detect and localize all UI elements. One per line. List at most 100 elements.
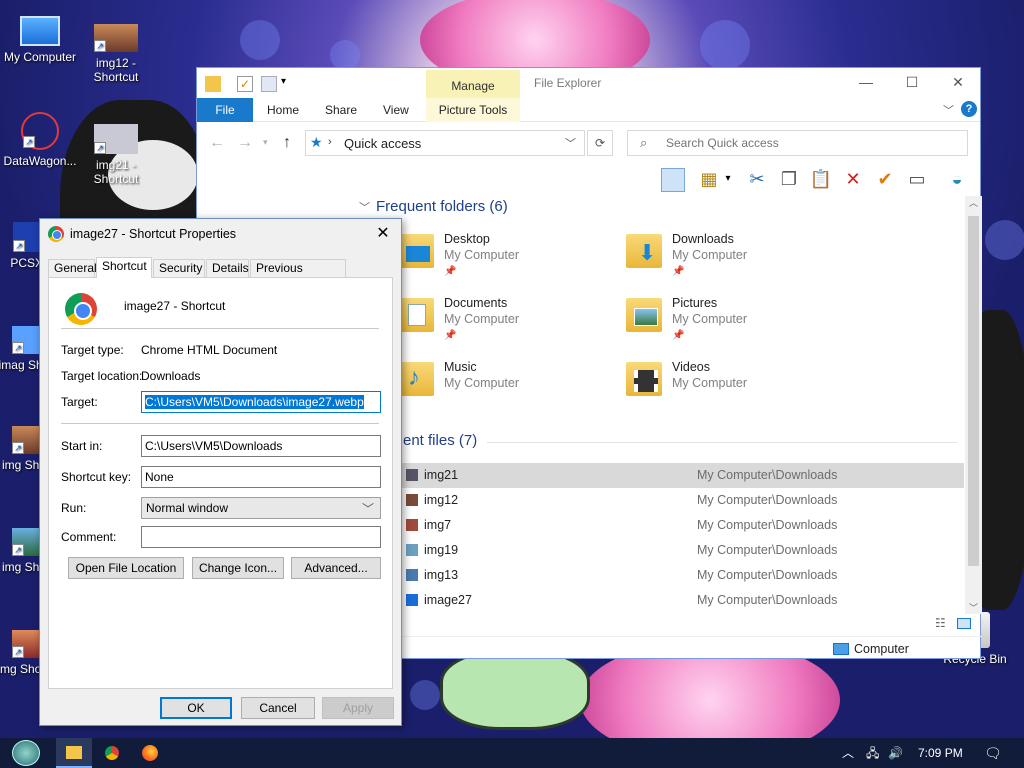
clock[interactable]: 7:09 PM — [918, 738, 963, 768]
file-name: image27 — [424, 593, 472, 607]
folder-tile-videos[interactable]: Videos My Computer — [626, 358, 836, 414]
folder-tile-downloads[interactable]: ⬇ Downloads My Computer 📌 — [626, 230, 836, 286]
back-arrow-icon[interactable]: ← — [209, 134, 225, 152]
tab-share[interactable]: Share — [325, 98, 357, 122]
cancel-button[interactable]: Cancel — [241, 697, 315, 719]
tab-security[interactable]: Security — [153, 259, 205, 277]
target-type-value: Chrome HTML Document — [141, 343, 278, 357]
vertical-scrollbar[interactable]: ︿ ﹀ — [965, 196, 982, 614]
copy-icon[interactable]: ❐ — [777, 168, 801, 192]
qat-dropdown-icon[interactable]: ▾ — [281, 76, 297, 92]
large-icons-view-icon[interactable] — [957, 618, 971, 629]
shortcut-arrow-icon: ↗ — [94, 142, 106, 154]
delete-icon[interactable]: ✕ — [841, 168, 865, 192]
refresh-button[interactable]: ⟳ — [587, 130, 613, 156]
notifications-icon[interactable]: 🗨 — [984, 738, 1002, 768]
address-bar[interactable]: ★ › Quick access ﹀ — [305, 130, 585, 156]
run-select[interactable]: Normal window ﹀ — [141, 497, 381, 519]
shortcut-arrow-icon: ↗ — [12, 544, 24, 556]
layout-icon[interactable]: ▦ — [697, 168, 721, 192]
recent-file-row[interactable]: img12 My Computer\Downloads — [402, 488, 964, 513]
network-icon[interactable]: 🖧 — [866, 738, 879, 768]
recent-file-row[interactable]: image27 My Computer\Downloads — [402, 588, 964, 613]
desktop-icon-img21-shortcut[interactable]: ↗ img21 - Shortcut — [76, 124, 156, 186]
folder-tile-music[interactable]: ♪ Music My Computer — [398, 358, 608, 414]
shell-icon[interactable]: ◒ — [945, 168, 969, 192]
tab-view[interactable]: View — [383, 98, 409, 122]
folder-tile-pictures[interactable]: Pictures My Computer 📌 — [626, 294, 836, 350]
desktop-icon-datawagon[interactable]: ↗ DataWagon... — [0, 112, 80, 168]
new-folder-icon[interactable] — [261, 76, 277, 92]
start-button[interactable] — [8, 738, 44, 768]
folder-name: Documents — [444, 296, 508, 310]
scroll-up-icon[interactable]: ︿ — [969, 196, 978, 209]
preview-pane-icon[interactable] — [661, 168, 685, 192]
scroll-thumb[interactable] — [968, 216, 979, 566]
recent-file-row[interactable]: img7 My Computer\Downloads — [402, 513, 964, 538]
chevron-down-icon[interactable]: ﹀ — [359, 202, 370, 214]
shortcut-key-field[interactable]: None — [141, 466, 381, 488]
image-icon: ↗ — [94, 124, 138, 154]
search-box[interactable]: ⌕ — [627, 130, 968, 156]
dropdown-icon[interactable]: ▾ — [721, 168, 735, 192]
search-input[interactable] — [666, 136, 956, 150]
folder-tile-documents[interactable]: Documents My Computer 📌 — [398, 294, 608, 350]
start-in-field[interactable]: C:\Users\VM5\Downloads — [141, 435, 381, 457]
help-icon[interactable]: ? — [961, 101, 977, 117]
tab-file[interactable]: File — [197, 98, 253, 122]
comment-field[interactable] — [141, 526, 381, 548]
recent-file-row[interactable]: img19 My Computer\Downloads — [402, 538, 964, 563]
folder-tile-desktop[interactable]: Desktop My Computer 📌 — [398, 230, 608, 286]
ok-button[interactable]: OK — [160, 697, 232, 719]
explorer-titlebar[interactable]: ✓ ▾ Manage File Explorer — ☐ ✕ — [197, 68, 980, 98]
tab-details[interactable]: Details — [206, 259, 249, 277]
apply-button[interactable]: Apply — [322, 697, 394, 719]
details-view-icon[interactable]: ☷ — [935, 616, 946, 630]
maximize-button[interactable]: ☐ — [889, 68, 935, 98]
close-button[interactable]: ✕ — [371, 223, 395, 247]
recent-files-header[interactable]: ent files (7) — [403, 432, 477, 449]
forward-arrow-icon[interactable]: → — [237, 134, 253, 152]
paste-icon[interactable]: 📋 — [809, 168, 833, 192]
videos-folder-icon — [626, 362, 662, 396]
manage-tab[interactable]: Manage — [426, 70, 520, 98]
recent-file-row[interactable]: img21 My Computer\Downloads — [402, 463, 964, 488]
recent-file-row[interactable]: img13 My Computer\Downloads — [402, 563, 964, 588]
desktop-icon-my-computer[interactable]: My Computer — [0, 12, 80, 64]
tab-general[interactable]: General — [48, 259, 97, 277]
volume-icon[interactable]: 🔊 — [888, 738, 903, 768]
documents-folder-icon — [398, 298, 434, 332]
chevron-down-icon[interactable]: ﹀ — [565, 135, 576, 151]
expand-ribbon-icon[interactable]: ﹀ — [943, 102, 954, 118]
taskbar-file-explorer[interactable] — [56, 738, 92, 768]
shortcut-tab-panel: image27 - Shortcut Target type: Chrome H… — [48, 277, 393, 689]
tab-previous-versions[interactable]: Previous Versions — [250, 259, 346, 291]
rename-icon[interactable]: ▭ — [905, 168, 929, 192]
image-icon: ↗ — [12, 630, 40, 658]
recent-dropdown-icon[interactable]: ▾ — [263, 137, 268, 148]
taskbar-firefox[interactable] — [132, 738, 168, 768]
properties-icon[interactable]: ✓ — [237, 76, 253, 92]
search-icon: ⌕ — [640, 135, 648, 150]
image-icon: ↗ — [12, 426, 40, 454]
taskbar-chrome[interactable] — [94, 738, 130, 768]
tab-home[interactable]: Home — [267, 98, 299, 122]
open-file-location-button[interactable]: Open File Location — [68, 557, 184, 579]
cut-icon[interactable]: ✂ — [745, 168, 769, 192]
scroll-down-icon[interactable]: ﹀ — [969, 601, 978, 614]
checkmark-icon[interactable]: ✔ — [873, 168, 897, 192]
shortcut-properties-dialog[interactable]: image27 - Shortcut Properties ✕ General … — [39, 218, 402, 726]
change-icon-button[interactable]: Change Icon... — [192, 557, 284, 579]
frequent-folders-header[interactable]: ﹀ Frequent folders (6) — [359, 198, 508, 215]
target-field[interactable]: C:\Users\VM5\Downloads\image27.webp — [141, 391, 381, 413]
shortcut-name: image27 - Shortcut — [124, 299, 226, 313]
chevron-right-icon[interactable]: › — [328, 136, 332, 148]
advanced-button[interactable]: Advanced... — [291, 557, 381, 579]
up-arrow-icon[interactable]: ↑ — [283, 134, 291, 152]
tab-shortcut[interactable]: Shortcut — [96, 257, 152, 278]
close-button[interactable]: ✕ — [935, 68, 981, 98]
desktop-icon-img12-shortcut[interactable]: ↗ img12 - Shortcut — [76, 24, 156, 84]
minimize-button[interactable]: — — [843, 68, 889, 98]
show-hidden-icons[interactable]: ︿ — [842, 738, 854, 768]
tab-picture-tools[interactable]: Picture Tools — [426, 98, 520, 122]
